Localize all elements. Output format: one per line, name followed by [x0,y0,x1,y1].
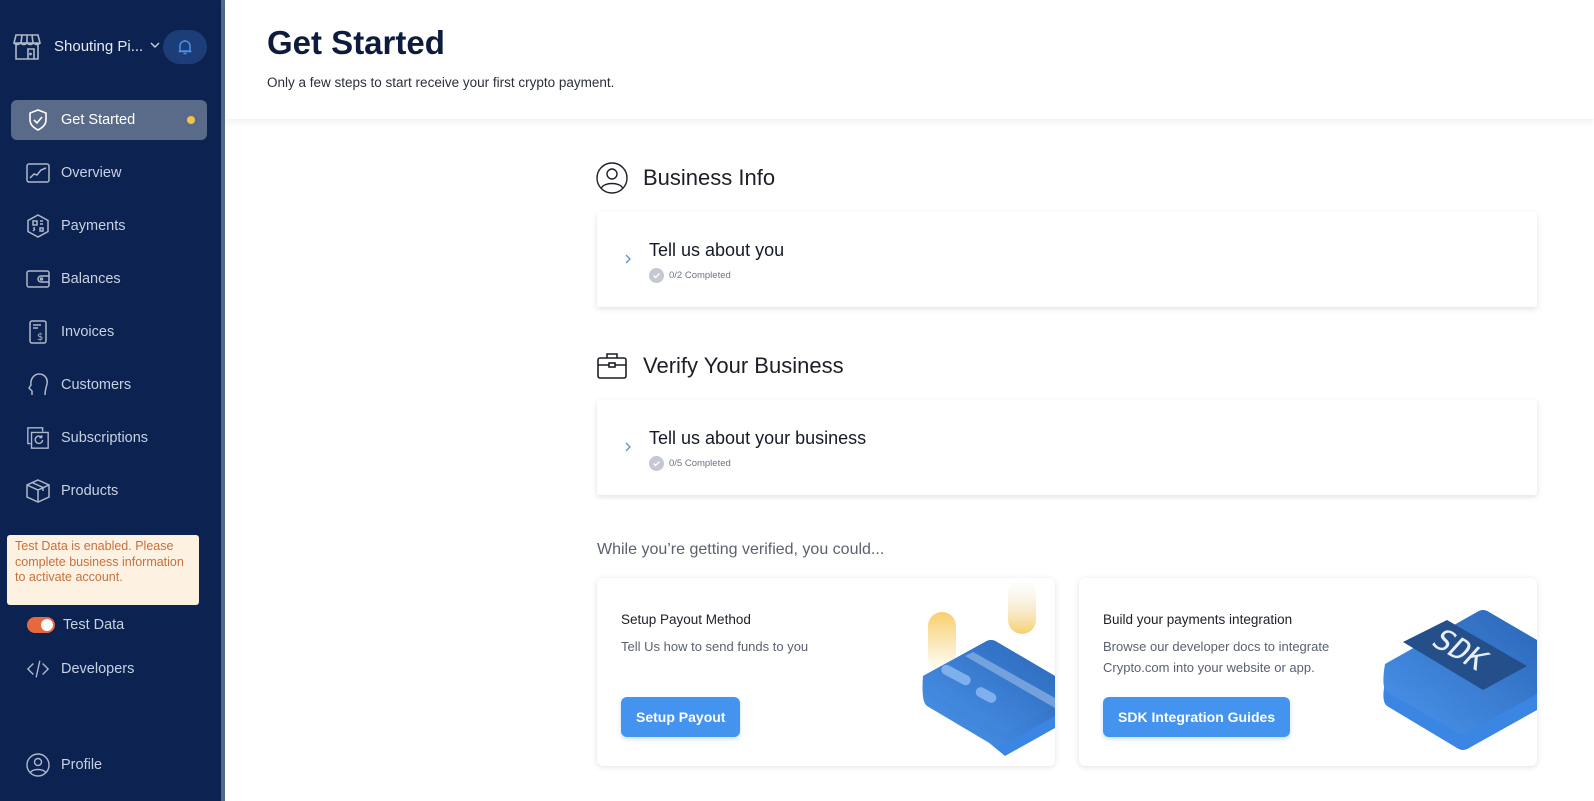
section-title: Verify Your Business [643,353,844,378]
sidebar-item-label: Profile [61,757,103,773]
action-card-payout: Setup Payout Method Tell Us how to send … [597,578,1055,766]
section-business-info: Business Info [596,162,775,194]
app: Shouting Pi... Get Started Overview Paym [0,0,1594,801]
sidebar-item-overview[interactable]: Overview [11,153,207,193]
credit-card-illustration [922,578,1055,756]
user-circle-icon [26,753,50,777]
sidebar-item-payments[interactable]: Payments [11,206,207,246]
setup-payout-button[interactable]: Setup Payout [621,697,741,737]
action-title: Setup Payout Method [621,612,751,627]
user-circle-icon [596,162,628,194]
action-description: Browse our developer docs to integrate C… [1103,639,1330,675]
test-data-toggle[interactable] [27,617,55,633]
store-icon[interactable] [11,31,43,63]
page-header: Get Started Only a few steps to start re… [225,0,1594,119]
shield-check-icon [26,108,50,132]
sidebar-item-developers[interactable]: Developers [11,649,207,689]
sidebar-item-products[interactable]: Products [11,471,207,511]
action-title: Build your payments integration [1103,612,1293,627]
store-name[interactable]: Shouting Pi... [54,38,143,55]
action-description: Tell Us how to send funds to you [621,639,809,654]
action-card-sdk: Build your payments integration Browse o… [1079,578,1537,766]
sidebar: Shouting Pi... Get Started Overview Paym [0,0,221,801]
notification-dot [187,116,195,124]
sidebar-item-profile[interactable]: Profile [11,745,207,785]
chevron-right-icon [625,254,631,264]
sidebar-item-label: Payments [61,218,126,234]
sidebar-item-get-started[interactable]: Get Started [11,100,207,140]
sidebar-item-balances[interactable]: Balances [11,259,207,299]
svg-text:$: $ [37,332,43,343]
page-title: Get Started [267,24,445,61]
sidebar-item-invoices[interactable]: $ Invoices [11,312,207,352]
notifications-button[interactable] [163,30,207,64]
sidebar-item-label: Customers [61,377,132,393]
chevron-right-icon [625,442,631,452]
bell-icon [178,40,192,55]
box-icon [26,479,50,503]
sidebar-item-label: Balances [61,271,121,287]
customer-head-icon [26,373,50,397]
step-progress: 0/2 Completed [649,268,731,283]
check-circle-icon [649,268,664,283]
sidebar-divider [221,0,225,801]
code-icon [26,657,50,681]
sidebar-item-label: Developers [61,661,135,677]
sidebar-item-subscriptions[interactable]: Subscriptions [11,418,207,458]
sidebar-item-label: Subscriptions [61,430,149,446]
sidebar-item-customers[interactable]: Customers [11,365,207,405]
step-progress: 0/5 Completed [649,456,731,471]
test-data-toggle-row: Test Data [27,617,124,633]
page-subtitle: Only a few steps to start receive your f… [267,75,615,90]
sdk-guides-button[interactable]: SDK Integration Guides [1103,697,1291,737]
test-data-label: Test Data [63,617,125,633]
step-card-about-you[interactable]: Tell us about you 0/2 Completed [597,212,1537,307]
step-progress-text: 0/2 Completed [669,270,731,281]
section-verify-business: Verify Your Business [596,350,844,382]
step-title: Tell us about your business [649,428,867,448]
qr-code-icon [26,214,50,238]
sidebar-item-label: Get Started [61,112,136,128]
test-data-banner: Test Data is enabled. Please complete bu… [7,535,199,605]
wallet-icon [26,267,50,291]
section-title: Business Info [643,165,776,190]
invoice-icon: $ [26,320,50,344]
briefcase-icon [597,353,627,379]
step-title: Tell us about you [649,240,785,260]
sdk-illustration: SDK [1383,610,1537,750]
sidebar-item-label: Products [61,483,119,499]
step-card-about-business[interactable]: Tell us about your business 0/5 Complete… [597,400,1537,495]
chart-line-icon [26,161,50,185]
while-verified-text: While you’re getting verified, you could… [597,541,885,558]
sidebar-item-label: Overview [61,165,122,181]
chevron-down-icon[interactable] [148,38,162,52]
check-circle-icon [649,456,664,471]
subscription-icon [26,426,50,450]
sidebar-item-label: Invoices [61,324,115,340]
step-progress-text: 0/5 Completed [669,458,731,469]
